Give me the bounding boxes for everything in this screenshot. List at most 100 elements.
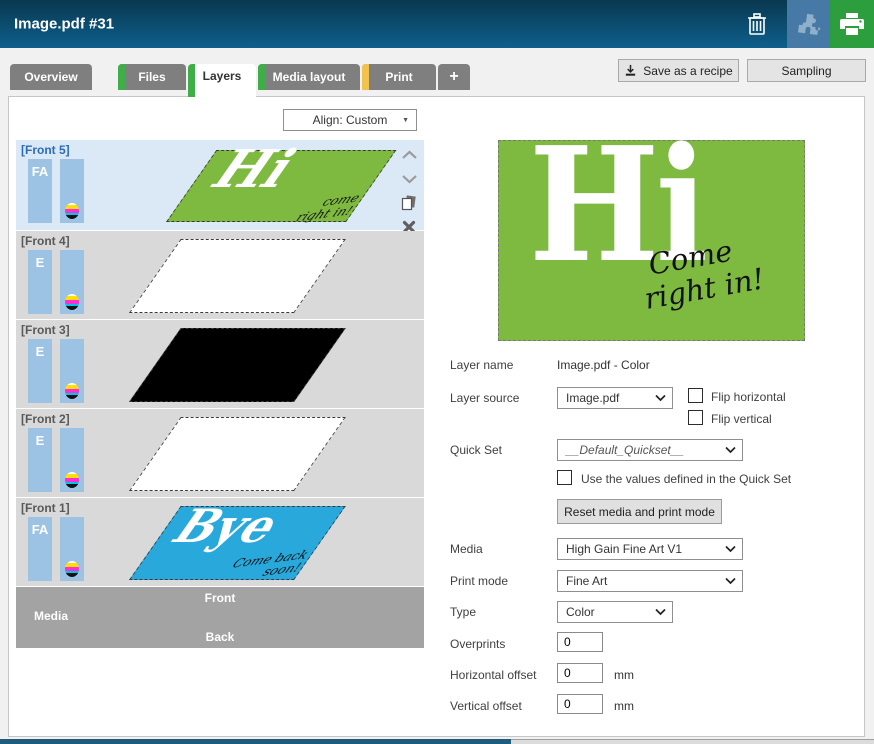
align-dropdown[interactable]: Align: Custom ▼ xyxy=(283,109,417,131)
print-mode-bar: E xyxy=(28,339,52,403)
print-mode-badge: FA xyxy=(28,522,52,537)
save-as-recipe-label: Save as a recipe xyxy=(643,64,732,78)
type-dropdown[interactable]: Color xyxy=(557,601,673,623)
chevron-down-icon xyxy=(725,545,736,553)
print-mode-dropdown[interactable]: Fine Art xyxy=(557,570,743,592)
title-bar: Image.pdf #31 xyxy=(0,0,874,48)
tab-media-layout[interactable]: Media layout xyxy=(258,64,360,90)
layer-row-front-3[interactable]: [Front 3] E xyxy=(16,320,424,408)
layer-name-label: Layer name xyxy=(450,358,513,372)
tab-overview[interactable]: Overview xyxy=(10,64,92,90)
app-window: Image.pdf #31 xyxy=(0,0,874,744)
layer-row-label: [Front 2] xyxy=(21,412,70,426)
print-mode-badge: E xyxy=(28,255,52,270)
layer-thumbnail[interactable]: Hi come right in! xyxy=(166,150,396,222)
tab-files[interactable]: Files xyxy=(118,64,186,90)
chevron-down-icon xyxy=(401,174,418,184)
move-layer-up-button[interactable] xyxy=(399,145,419,164)
print-mode-badge: E xyxy=(28,433,52,448)
chevron-down-icon: ▼ xyxy=(402,117,409,124)
thumbnail-headline: Bye xyxy=(161,499,294,553)
media-value: High Gain Fine Art V1 xyxy=(566,542,682,556)
tab-layers[interactable]: Layers xyxy=(188,64,256,97)
color-bar xyxy=(60,339,84,403)
chevron-up-icon xyxy=(401,150,418,160)
bottom-strip-remainder xyxy=(511,739,874,744)
media-select-label: Media xyxy=(450,542,483,556)
chevron-down-icon xyxy=(655,608,666,616)
layer-thumbnail[interactable] xyxy=(129,417,346,491)
flip-vertical-checkbox[interactable] xyxy=(688,410,703,425)
printer-icon xyxy=(838,11,866,37)
align-dropdown-value: Align: Custom xyxy=(313,113,388,127)
media-label: Media xyxy=(34,609,68,623)
layer-row-label: [Front 1] xyxy=(21,501,70,515)
duplicate-layer-button[interactable] xyxy=(399,193,419,212)
reset-media-print-mode-button[interactable]: Reset media and print mode xyxy=(557,499,722,524)
media-stack-bar: Front Media Back xyxy=(16,587,424,648)
color-profile-icon xyxy=(65,203,79,219)
quick-set-label: Quick Set xyxy=(450,443,502,457)
layer-row-front-1[interactable]: [Front 1] FA Bye Come back soon! xyxy=(16,498,424,586)
bottom-progress-strip xyxy=(0,739,511,744)
horizontal-offset-input[interactable] xyxy=(557,663,603,683)
use-quickset-checkbox[interactable] xyxy=(557,470,572,485)
layer-preview: Hi Come right in! xyxy=(498,140,805,341)
save-as-recipe-button[interactable]: Save as a recipe xyxy=(618,59,739,82)
tab-print[interactable]: Print xyxy=(362,64,436,90)
trash-icon xyxy=(744,10,770,38)
layer-row-front-4[interactable]: [Front 4] E xyxy=(16,231,424,319)
layer-row-front-2[interactable]: [Front 2] E xyxy=(16,409,424,497)
tab-media-layout-stripe xyxy=(258,64,265,90)
add-tab-button[interactable]: + xyxy=(438,64,470,90)
layer-row-label: [Front 5] xyxy=(21,143,70,157)
media-dropdown[interactable]: High Gain Fine Art V1 xyxy=(557,538,743,560)
color-bar xyxy=(60,159,84,223)
move-layer-down-button[interactable] xyxy=(399,169,419,188)
layer-row-front-5[interactable]: [Front 5] FA Hi come right in! xyxy=(16,140,424,230)
quick-set-value: __Default_Quickset__ xyxy=(566,443,684,457)
print-mode-label: Print mode xyxy=(450,574,508,588)
tab-print-stripe xyxy=(362,64,369,90)
print-mode-badge: E xyxy=(28,344,52,359)
chevron-down-icon xyxy=(655,394,666,402)
modules-button[interactable] xyxy=(787,0,830,48)
chevron-down-icon xyxy=(725,577,736,585)
vertical-offset-unit: mm xyxy=(614,699,634,713)
layer-thumbnail[interactable] xyxy=(129,328,346,402)
use-quickset-label: Use the values defined in the Quick Set xyxy=(581,472,791,486)
color-bar xyxy=(60,428,84,492)
overprints-input[interactable] xyxy=(557,632,603,652)
type-label: Type xyxy=(450,605,476,619)
tab-layers-label: Layers xyxy=(203,69,242,83)
tab-layers-stripe xyxy=(188,64,195,97)
color-profile-icon xyxy=(65,383,79,399)
layer-source-dropdown[interactable]: Image.pdf xyxy=(557,387,673,409)
tab-files-stripe xyxy=(118,64,125,90)
puzzle-icon xyxy=(796,11,822,37)
overprints-label: Overprints xyxy=(450,637,505,651)
sampling-button[interactable]: Sampling xyxy=(747,59,866,82)
flip-horizontal-checkbox[interactable] xyxy=(688,388,703,403)
quick-set-dropdown[interactable]: __Default_Quickset__ xyxy=(557,439,743,461)
delete-job-button[interactable] xyxy=(732,0,782,48)
print-button[interactable] xyxy=(830,0,874,48)
plus-icon: + xyxy=(449,68,458,86)
vertical-offset-input[interactable] xyxy=(557,694,603,714)
tab-media-layout-label: Media layout xyxy=(273,70,346,84)
print-mode-bar: FA xyxy=(28,517,52,581)
color-profile-icon xyxy=(65,294,79,310)
color-profile-icon xyxy=(65,561,79,577)
layer-thumbnail[interactable]: Bye Come back soon! xyxy=(129,506,346,580)
sampling-label: Sampling xyxy=(781,64,831,78)
print-mode-badge: FA xyxy=(28,164,52,179)
layer-thumbnail[interactable] xyxy=(129,239,346,313)
tab-print-label: Print xyxy=(385,70,412,84)
window-title: Image.pdf #31 xyxy=(14,16,114,33)
back-side-label: Back xyxy=(16,630,424,644)
print-mode-value: Fine Art xyxy=(566,574,607,588)
layer-row-label: [Front 4] xyxy=(21,234,70,248)
print-mode-bar: FA xyxy=(28,159,52,223)
tab-files-label: Files xyxy=(138,70,165,84)
thumbnail-script: Come back soon! xyxy=(224,548,311,582)
